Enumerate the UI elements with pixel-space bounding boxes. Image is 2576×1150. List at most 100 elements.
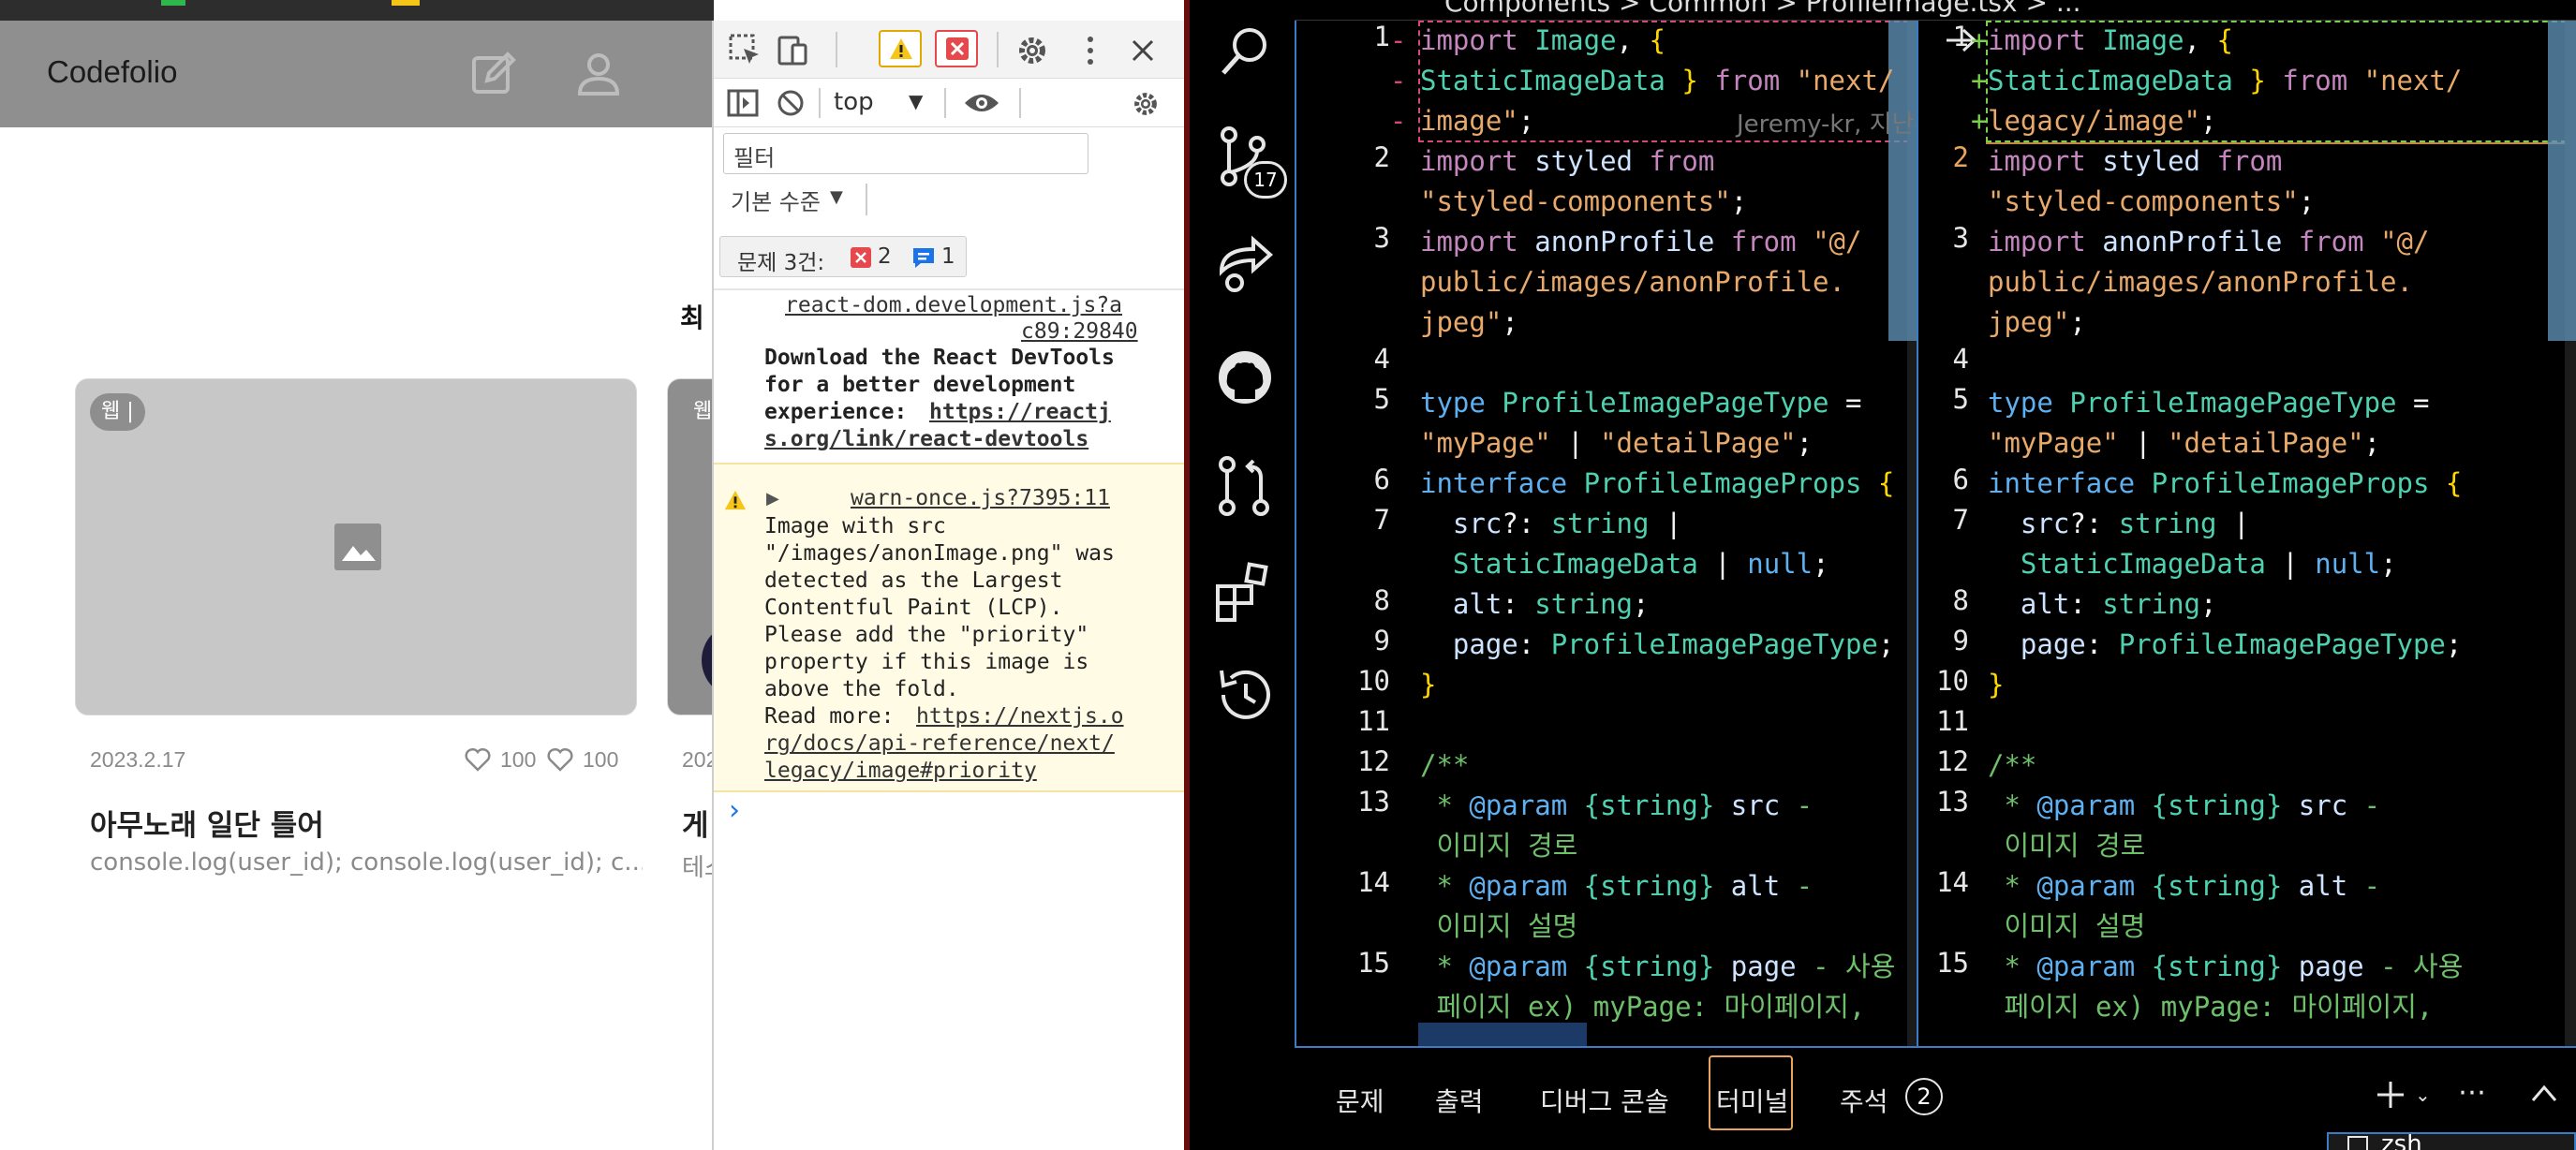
post-title[interactable]: 게 — [682, 802, 709, 844]
line-number: 10 — [1357, 665, 1390, 697]
log-source-link[interactable]: react-dom.development.js?a — [785, 292, 1122, 319]
more-options-icon[interactable] — [1072, 32, 1109, 69]
tab-terminal-active[interactable]: 터미널 — [1709, 1055, 1793, 1130]
comments-badge: 2 — [1905, 1078, 1943, 1115]
tab-problems[interactable]: 문제 — [1336, 1082, 1384, 1119]
run-debug-icon[interactable] — [1212, 234, 1278, 300]
post-date: 2023.2.17 — [90, 747, 186, 772]
error-icon — [851, 247, 871, 268]
line-number: 3 — [1373, 222, 1390, 254]
line-number: 15 — [1936, 947, 1969, 979]
devtools-link[interactable]: https://reactj — [929, 399, 1111, 426]
log-source-link[interactable]: warn-once.js?7395:11 — [851, 485, 1110, 512]
extensions-icon[interactable] — [1212, 560, 1278, 626]
terminal-instance[interactable]: zsh — [2327, 1132, 2576, 1150]
error-icon — [946, 37, 969, 60]
issues-counter[interactable]: 문제 3건: 2 1 — [719, 236, 967, 277]
line-number: 10 — [1936, 665, 1969, 697]
post-category-tag: 웹 | — [90, 393, 145, 431]
context-selector[interactable]: top — [834, 88, 874, 116]
log-level-selector[interactable]: 기본 수준 — [731, 184, 821, 216]
console-toolbar: top ▼ — [714, 79, 1184, 127]
tab-comments[interactable]: 주석 — [1840, 1082, 1888, 1119]
tab-output[interactable]: 출력 — [1435, 1082, 1484, 1119]
chevron-down-icon[interactable]: ⌄ — [2415, 1084, 2431, 1106]
chevron-down-icon[interactable]: ▼ — [909, 90, 923, 112]
user-icon[interactable] — [573, 49, 624, 99]
scm-badge: 17 — [1244, 161, 1287, 199]
browser-top-strip — [0, 0, 714, 21]
heart-icon[interactable] — [465, 747, 491, 772]
timeline-history-icon[interactable] — [1212, 663, 1278, 729]
breadcrumb-path[interactable]: Components > Common > ProfileImage.tsx >… — [1444, 0, 2081, 18]
log-message-line: for a better development — [764, 373, 1076, 397]
heart-icon[interactable] — [547, 747, 573, 772]
toolbar-divider — [866, 184, 867, 215]
edit-icon[interactable] — [468, 49, 519, 99]
console-prompt[interactable]: › — [729, 794, 740, 827]
device-toolbar-icon[interactable] — [774, 32, 811, 69]
warning-log-entry: ▶ warn-once.js?7395:11 Image with src "/… — [714, 463, 1184, 792]
settings-gear-icon[interactable] — [1014, 32, 1051, 69]
tab-indicator-green — [161, 0, 185, 6]
code-content-original[interactable]: import Image, { StaticImageData } from "… — [1420, 21, 1895, 1027]
line-number: 5 — [1952, 383, 1969, 415]
line-number: 12 — [1357, 745, 1390, 777]
line-number: 1 — [1373, 21, 1390, 52]
log-message-line: experience: — [764, 400, 908, 424]
warnings-toggle[interactable] — [879, 30, 922, 67]
live-expression-eye-icon[interactable] — [963, 90, 1000, 116]
pull-request-icon[interactable] — [1212, 453, 1278, 519]
diff-editor-original: 1 - - - 2 3 4 5 6 7 8 9 10 11 12 13 14 1… — [1295, 21, 1917, 1046]
console-filter-input[interactable]: 필터 — [723, 133, 1088, 174]
docs-link-line[interactable]: rg/docs/api-reference/next/ — [764, 730, 1115, 758]
add-terminal-icon[interactable] — [2374, 1078, 2407, 1112]
image-placeholder-icon — [334, 523, 381, 570]
expand-triangle-icon[interactable]: ▶ — [766, 489, 779, 509]
toolbar-divider — [1019, 88, 1021, 118]
log-message-line: Please add the "priority" — [764, 623, 1089, 647]
chevron-down-icon[interactable]: ▼ — [830, 187, 843, 207]
vscode-window: 17 Components > Common > ProfileImage.ts… — [1184, 0, 2576, 1150]
code-content-modified[interactable]: import Image, { StaticImageData } from "… — [1988, 21, 2463, 1027]
clear-console-icon[interactable] — [776, 88, 806, 118]
docs-link[interactable]: https://nextjs.o — [916, 703, 1124, 730]
errors-toggle[interactable] — [935, 30, 978, 67]
docs-link-line[interactable]: legacy/image#priority — [764, 758, 1037, 785]
console-settings-gear-icon[interactable] — [1130, 88, 1162, 120]
line-number: 15 — [1357, 947, 1390, 979]
line-number: 3 — [1952, 222, 1969, 254]
line-number: 9 — [1373, 625, 1390, 656]
log-message-line: Read more: — [764, 704, 895, 729]
close-icon[interactable] — [1124, 32, 1162, 69]
line-number: 13 — [1936, 786, 1969, 818]
line-number-active: 2 — [1952, 141, 1969, 173]
search-icon[interactable] — [1212, 19, 1278, 84]
inspect-element-icon[interactable] — [727, 32, 764, 69]
github-icon[interactable] — [1212, 345, 1278, 410]
scrollbar-thumb[interactable] — [2548, 21, 2576, 341]
app-brand[interactable]: Codefolio — [47, 54, 177, 90]
line-number: 9 — [1952, 625, 1969, 656]
line-number: 8 — [1373, 584, 1390, 616]
line-number: 8 — [1952, 584, 1969, 616]
tab-debug-console[interactable]: 디버그 콘솔 — [1540, 1082, 1669, 1119]
warning-icon — [890, 38, 912, 59]
more-actions-icon[interactable]: ⋯ — [2458, 1076, 2486, 1109]
log-source-link-line[interactable]: c89:29840 — [1021, 318, 1138, 346]
post-title[interactable]: 아무노래 일단 틀어 — [90, 802, 324, 844]
tab-terminal-label: 터미널 — [1716, 1086, 1789, 1117]
post-category-tag: 웹 — [682, 393, 714, 431]
log-message-line: Image with src — [764, 514, 946, 538]
line-number: 6 — [1373, 464, 1390, 495]
diff-editor-modified: 1 + + + 2 3 4 5 6 7 8 9 10 11 12 13 14 1… — [1918, 21, 2576, 1046]
line-number: 12 — [1936, 745, 1969, 777]
like-count: 100 — [500, 747, 537, 772]
devtools-panel: top ▼ 필터 기본 수준 ▼ 문제 3건: 2 1 react-dom.de… — [712, 21, 1184, 1150]
post-card-thumbnail[interactable] — [75, 378, 637, 715]
log-message-line: detected as the Largest — [764, 568, 1063, 593]
chevron-up-icon[interactable] — [2529, 1082, 2559, 1106]
devtools-link-line[interactable]: s.org/link/react-devtools — [764, 426, 1088, 453]
git-blame-annotation: Jeremy-kr, 지난주 • f — [1737, 111, 1917, 139]
sidebar-toggle-icon[interactable] — [727, 88, 759, 118]
